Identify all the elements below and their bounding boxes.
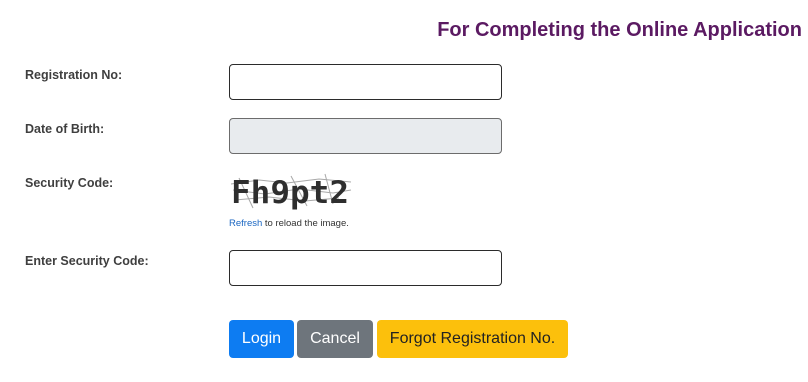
cancel-button[interactable]: Cancel bbox=[297, 320, 373, 358]
page-heading: For Completing the Online Application bbox=[437, 19, 802, 41]
captcha-image: Fh9pt2 bbox=[230, 173, 352, 211]
registration-input[interactable] bbox=[229, 64, 502, 100]
forgot-registration-button[interactable]: Forgot Registration No. bbox=[377, 320, 568, 358]
security-code-input[interactable] bbox=[229, 250, 502, 286]
refresh-suffix: to reload the image. bbox=[262, 218, 349, 229]
captcha-text: Fh9pt2 bbox=[231, 175, 349, 211]
dob-label: Date of Birth: bbox=[25, 122, 105, 136]
refresh-line: Refresh to reload the image. bbox=[229, 218, 349, 229]
login-button[interactable]: Login bbox=[229, 320, 294, 358]
enter-security-code-label: Enter Security Code: bbox=[25, 254, 149, 268]
refresh-link[interactable]: Refresh bbox=[229, 218, 262, 229]
registration-label: Registration No: bbox=[25, 68, 123, 82]
dob-input[interactable] bbox=[229, 118, 502, 154]
security-code-label: Security Code: bbox=[25, 176, 114, 190]
